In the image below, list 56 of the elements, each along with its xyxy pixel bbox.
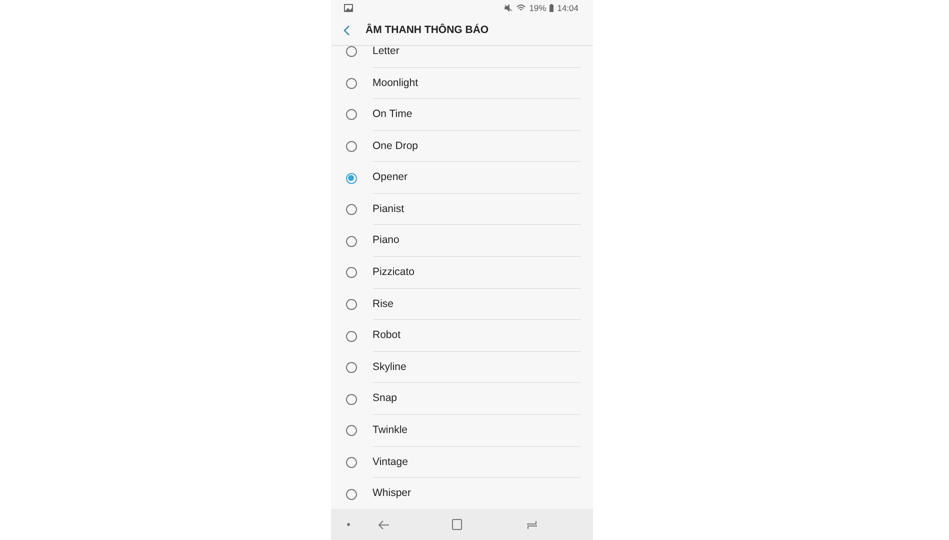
radio-button[interactable]: [346, 46, 356, 58]
sound-option[interactable]: One Drop: [330, 130, 592, 162]
sound-name: Letter: [372, 46, 580, 68]
sound-option[interactable]: Vintage: [330, 446, 592, 478]
radio-button[interactable]: [346, 362, 356, 374]
sound-option[interactable]: Letter: [330, 46, 592, 68]
radio-button[interactable]: [346, 78, 356, 89]
radio-button[interactable]: [346, 330, 356, 342]
battery-icon: [549, 4, 554, 12]
sound-option[interactable]: Rise: [330, 288, 592, 320]
sound-name: On Time: [372, 99, 580, 131]
sound-option[interactable]: Skyline: [330, 352, 592, 384]
sound-option[interactable]: Moonlight: [330, 68, 592, 100]
sound-name: Vintage: [372, 446, 580, 478]
sound-option[interactable]: Pizzicato: [330, 257, 592, 289]
mute-icon: [504, 4, 514, 12]
sound-name: Moonlight: [372, 68, 580, 100]
radio-button[interactable]: [346, 172, 356, 184]
sound-option[interactable]: Pianist: [330, 194, 592, 226]
sound-option[interactable]: Whisper: [330, 478, 592, 510]
recent-apps-button[interactable]: [526, 520, 538, 530]
sound-name: Rise: [372, 288, 580, 320]
sound-name: Opener: [372, 162, 580, 194]
sound-option[interactable]: Opener: [330, 162, 592, 194]
radio-button[interactable]: [346, 204, 356, 216]
sound-name: Whisper: [372, 486, 412, 502]
sound-name: Robot: [372, 320, 580, 352]
battery-percent: 19%: [529, 2, 546, 13]
back-nav-button[interactable]: [378, 520, 390, 530]
wifi-icon: [516, 4, 526, 12]
radio-button[interactable]: [346, 394, 356, 405]
radio-button[interactable]: [346, 141, 356, 152]
sound-name: Pianist: [372, 194, 580, 226]
sound-option[interactable]: Robot: [330, 320, 592, 352]
image-icon: [344, 4, 352, 12]
sound-name: Piano: [372, 225, 580, 258]
sound-name: Snap: [372, 383, 580, 416]
sound-name: Pizzicato: [372, 257, 580, 289]
radio-button[interactable]: [346, 109, 356, 120]
radio-button[interactable]: [346, 456, 356, 468]
sound-option[interactable]: Piano: [330, 225, 592, 258]
home-button[interactable]: [452, 519, 462, 530]
radio-button[interactable]: [346, 298, 356, 310]
radio-button[interactable]: [346, 267, 356, 278]
radio-button[interactable]: [346, 425, 356, 436]
sound-option[interactable]: Twinkle: [330, 415, 592, 447]
sound-name: One Drop: [372, 130, 580, 162]
dot-icon[interactable]: [346, 523, 350, 526]
clock-time: 14:04: [557, 2, 578, 13]
sound-option[interactable]: On Time: [330, 99, 592, 131]
radio-button[interactable]: [346, 236, 356, 247]
screen-title: ÂM THANH THÔNG BÁO: [366, 24, 489, 36]
sound-name: Twinkle: [372, 415, 580, 447]
sound-name: Skyline: [372, 352, 580, 384]
radio-button[interactable]: [346, 488, 356, 500]
sound-option[interactable]: Snap: [330, 383, 592, 416]
